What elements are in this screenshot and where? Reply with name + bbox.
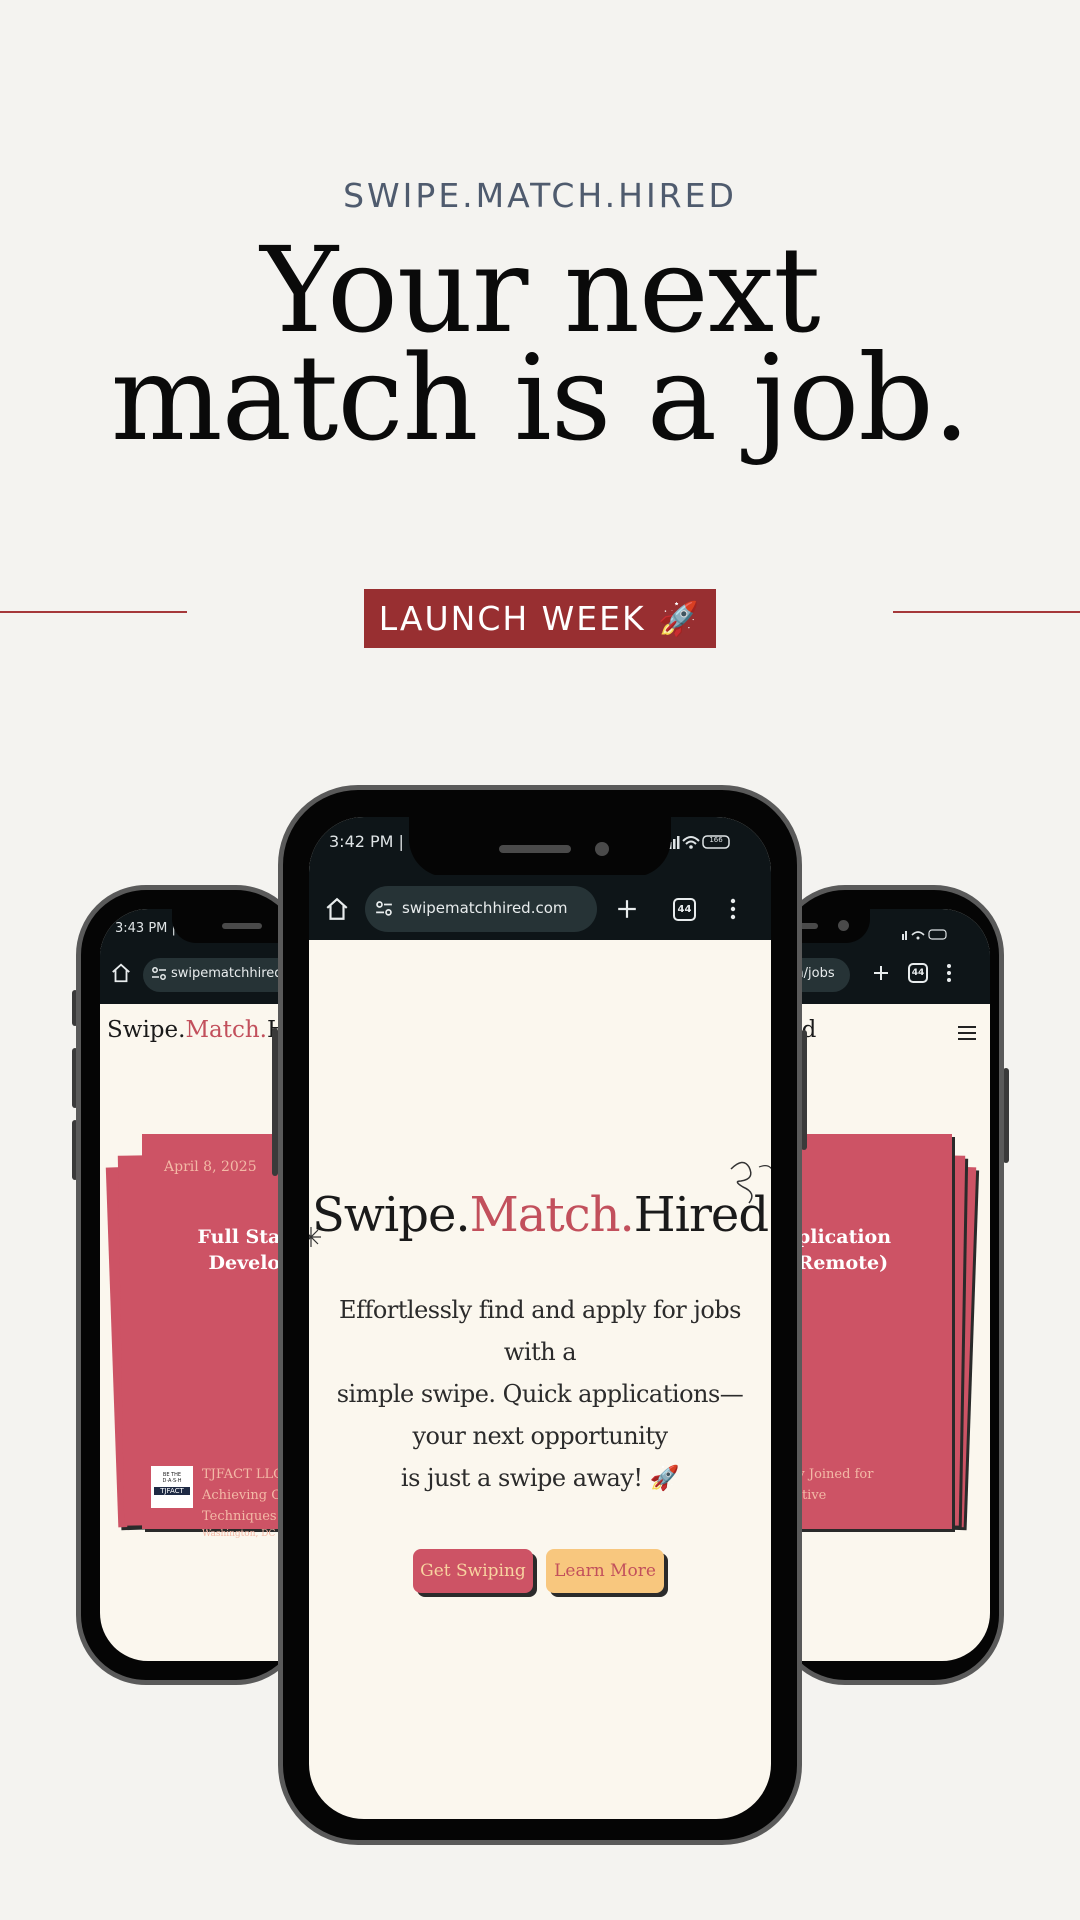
center-phone: 3:42 PM | 166 swipematchhired.com 44 Swi… [278,785,802,1845]
right-phone: om/jobs 44 ed Application r (Remote) C -… [740,885,1004,1685]
get-swiping-button[interactable]: Get Swiping [413,1549,533,1593]
tagline-line-5: is just a swipe away! 🚀 [400,1464,680,1492]
brand-swipe: Swipe. [107,1017,186,1043]
signal-wifi-battery-icon: 166 [669,833,731,851]
site-settings-icon[interactable] [151,966,167,982]
center-earpiece [499,845,571,853]
more-options-icon[interactable] [946,963,952,983]
headline-line-1: Your next [260,221,820,359]
tagline-line-2: with a [503,1338,577,1366]
brand-hired: Hired [633,1187,769,1243]
job-card-date: April 8, 2025 [164,1159,257,1175]
left-phone: 3:43 PM | swipematchhired.c Swipe.Match.… [76,885,350,1685]
new-tab-icon[interactable] [871,963,891,983]
tab-switcher-icon[interactable]: 44 [673,898,696,921]
new-tab-icon[interactable] [616,898,638,920]
headline-line-2: match is a job. [110,329,971,467]
home-icon[interactable] [110,962,132,984]
center-url-text: swipematchhired.com [402,899,568,917]
tagline-line-1: Effortlessly find and apply for jobs [339,1296,741,1324]
headline: Your next match is a job. [0,221,1080,467]
tagline-line-4: your next opportunity [412,1422,668,1450]
brand-swipe: Swipe. [311,1187,471,1243]
home-icon[interactable] [324,896,350,922]
tab-switcher-icon[interactable]: 44 [908,963,928,983]
center-status-time: 3:42 PM | [329,832,404,851]
left-url-text: swipematchhired.c [171,966,294,981]
more-options-icon[interactable] [730,898,736,920]
learn-more-button[interactable]: Learn More [546,1549,664,1593]
brand-match: Match. [469,1187,635,1243]
hamburger-menu-icon[interactable] [956,1023,978,1043]
site-settings-icon[interactable] [375,900,393,918]
logo-text-bottom: TJFACT [154,1487,190,1495]
center-phone-screen: 3:42 PM | 166 swipematchhired.com 44 Swi… [309,817,771,1819]
company-logo: BE THE D·A·S·H TJFACT [151,1466,193,1508]
battery-level: 166 [709,836,723,844]
left-status-time: 3:43 PM | [115,921,176,936]
center-front-camera [595,842,609,856]
tagline: Effortlessly find and apply for jobs wit… [309,1289,771,1499]
tagline-line-3: simple swipe. Quick applications— [336,1380,744,1408]
eyebrow-text: SWIPE.MATCH.HIRED [343,176,737,215]
launch-week-badge: LAUNCH WEEK 🚀 [364,589,716,648]
left-earpiece [222,923,262,929]
divider-left [0,611,187,613]
signal-wifi-battery-icon [902,926,948,940]
center-site-logo[interactable]: Swipe.Match.Hired [309,1187,771,1243]
center-url-bar[interactable]: swipematchhired.com [365,886,597,932]
center-notch [409,817,671,877]
divider-right [893,611,1080,613]
center-browser-toolbar: swipematchhired.com 44 [309,875,771,940]
brand-match: Match. [185,1017,267,1043]
right-front-camera [838,920,849,931]
logo-text-mid: D·A·S·H [162,1478,182,1484]
